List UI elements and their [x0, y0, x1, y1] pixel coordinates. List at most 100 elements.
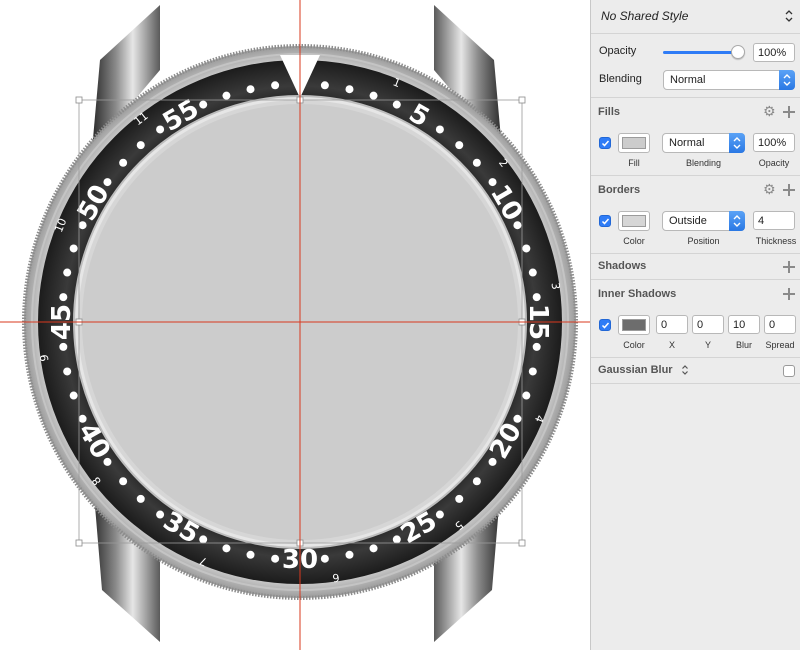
- bezel-dot: [345, 550, 354, 559]
- stepper-icon: [779, 70, 795, 90]
- inner-shadows-title: Inner Shadows: [598, 288, 677, 300]
- bezel-dot: [320, 554, 329, 563]
- gaussian-blur-title[interactable]: Gaussian Blur: [598, 364, 673, 376]
- border-position-value: Outside: [669, 215, 707, 227]
- bezel-dot: [392, 100, 401, 109]
- gaussian-blur-checkbox[interactable]: [783, 365, 795, 377]
- bezel-dot: [69, 391, 78, 400]
- up-down-chevron-icon[interactable]: [681, 364, 689, 379]
- bezel-dot: [488, 457, 497, 466]
- bezel-dot: [522, 391, 531, 400]
- inner-shadow-x-field[interactable]: 0: [656, 315, 688, 334]
- bezel-dot: [199, 100, 208, 109]
- bezel-dot: [103, 457, 112, 466]
- blending-caption: Blending: [685, 158, 722, 168]
- shadows-section: Shadows: [591, 254, 800, 280]
- bezel-dot: [320, 81, 329, 90]
- fill-opacity-field[interactable]: 100%: [753, 133, 795, 152]
- bezel-dot: [513, 221, 522, 230]
- fill-color-chip: [622, 137, 646, 149]
- borders-title: Borders: [598, 184, 641, 196]
- bezel-dot: [156, 510, 165, 519]
- bezel-dot: [222, 544, 231, 553]
- inner-shadow-color-swatch[interactable]: [618, 315, 650, 335]
- inner-shadows-section: Inner Shadows 0 0 10 0 Color X Y Blur Sp…: [591, 280, 800, 358]
- fill-color-swatch[interactable]: [618, 133, 650, 153]
- bezel-dot: [119, 158, 128, 167]
- bezel-dot: [345, 85, 354, 94]
- inner-shadow-enabled-checkbox[interactable]: [599, 319, 611, 331]
- fill-caption: Fill: [628, 158, 640, 168]
- bezel-dot: [435, 510, 444, 519]
- inspector-panel: No Shared Style Opacity 100% Blending No…: [590, 0, 800, 650]
- bezel-dot: [246, 550, 255, 559]
- bezel-dot: [369, 91, 378, 100]
- spread-caption: Spread: [765, 340, 795, 350]
- border-thickness-field[interactable]: 4: [753, 211, 795, 230]
- add-border-button[interactable]: [783, 184, 795, 196]
- blending-select[interactable]: Normal: [663, 70, 795, 90]
- fills-title: Fills: [598, 106, 621, 118]
- border-enabled-checkbox[interactable]: [599, 215, 611, 227]
- fill-enabled-checkbox[interactable]: [599, 137, 611, 149]
- inner-shadow-blur-field[interactable]: 10: [728, 315, 760, 334]
- bezel-dot: [369, 544, 378, 553]
- opacity-field[interactable]: 100%: [753, 43, 795, 62]
- border-position-select[interactable]: Outside: [662, 211, 745, 231]
- add-fill-button[interactable]: [783, 106, 795, 118]
- design-canvas[interactable]: 5 10 15 20 25 30 35 40 45 50 55 1 2 3 4 5 6 7 8 9 10 11: [0, 0, 590, 650]
- bezel-dot: [199, 535, 208, 544]
- gear-icon[interactable]: ⚙: [763, 182, 776, 196]
- border-color-chip: [622, 215, 646, 227]
- bezel-dot: [69, 244, 78, 253]
- inner-shadow-y-field[interactable]: 0: [692, 315, 724, 334]
- border-color-swatch[interactable]: [618, 211, 650, 231]
- up-down-chevron-icon: [784, 9, 794, 23]
- blending-label: Blending: [599, 73, 642, 85]
- inner-shadow-spread-field[interactable]: 0: [764, 315, 796, 334]
- bezel-dot: [472, 477, 481, 486]
- bezel-dot: [156, 125, 165, 134]
- bezel-dot: [78, 414, 87, 423]
- add-inner-shadow-button[interactable]: [783, 288, 795, 300]
- color-caption: Color: [623, 236, 645, 246]
- opacity-label: Opacity: [599, 45, 637, 57]
- opacity-slider[interactable]: [663, 51, 739, 54]
- shared-style-selector[interactable]: No Shared Style: [591, 0, 800, 34]
- inner-shadow-color-chip: [622, 319, 646, 331]
- y-caption: Y: [704, 340, 711, 350]
- opacity-slider-knob[interactable]: [731, 45, 745, 59]
- bezel-dot: [63, 268, 72, 277]
- color-caption: Color: [623, 340, 645, 350]
- fills-section: Fills ⚙ Normal 100% Fill Blending Opacit…: [591, 98, 800, 176]
- bezel-dot: [59, 293, 68, 302]
- bezel-dot: [392, 535, 401, 544]
- gear-icon[interactable]: ⚙: [763, 104, 776, 118]
- bezel-dot: [455, 494, 464, 503]
- blur-caption: Blur: [735, 340, 752, 350]
- bezel-dot: [528, 268, 537, 277]
- bezel-dot: [59, 342, 68, 351]
- bezel-dot: [222, 91, 231, 100]
- bezel-dot: [488, 178, 497, 187]
- bezel-dot: [271, 554, 280, 563]
- shadows-title: Shadows: [598, 260, 647, 272]
- fill-blending-select[interactable]: Normal: [662, 133, 745, 153]
- bezel-dot: [271, 81, 280, 90]
- bezel-dot: [78, 221, 87, 230]
- add-shadow-button[interactable]: [783, 261, 795, 273]
- fill-blending-value: Normal: [669, 137, 705, 149]
- bezel-dot: [246, 85, 255, 94]
- x-caption: X: [668, 340, 675, 350]
- gaussian-blur-section: Gaussian Blur: [591, 358, 800, 384]
- bezel-dot: [136, 141, 145, 150]
- bezel-dot: [528, 367, 537, 376]
- opacity-caption: Opacity: [758, 158, 790, 168]
- bezel-dot: [513, 414, 522, 423]
- shared-style-label: No Shared Style: [601, 9, 689, 23]
- bezel-dot: [532, 293, 541, 302]
- watch-artboard: 510152025303540455055 1234567891011: [0, 0, 590, 650]
- bezel-dot: [532, 342, 541, 351]
- stepper-icon: [729, 211, 745, 231]
- stepper-icon: [729, 133, 745, 153]
